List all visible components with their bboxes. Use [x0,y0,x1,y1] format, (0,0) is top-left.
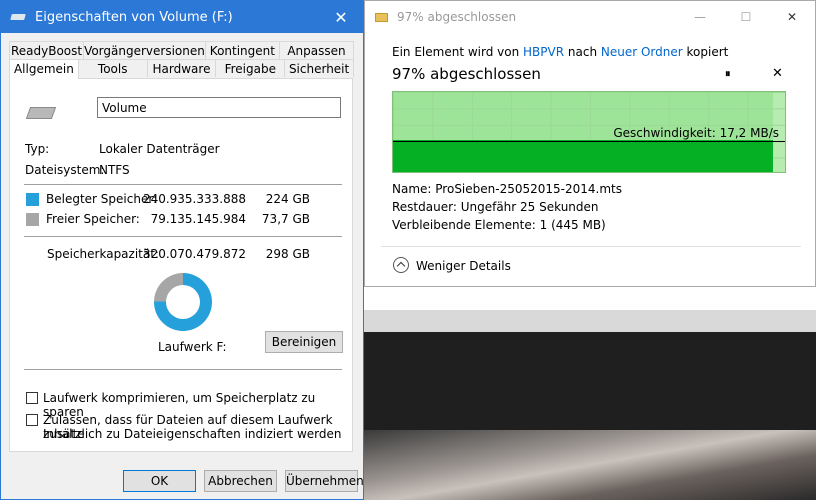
tab-strip: ReadyBoost Vorgängerversionen Kontingent… [9,41,354,79]
speed-line [393,141,785,142]
file-name-value: ProSieben-25052015-2014.mts [435,182,622,196]
filesystem-label: Dateisystem: [25,163,105,177]
folder-icon [375,11,389,23]
usage-donut-chart [154,273,212,331]
properties-dialog: Eigenschaften von Volume (F:) ✕ ReadyBoo… [0,0,364,500]
tab-customize[interactable]: Anpassen [278,41,354,59]
properties-titlebar[interactable]: Eigenschaften von Volume (F:) ✕ [1,1,363,33]
filesystem-value: NTFS [99,163,130,177]
cancel-button[interactable]: Abbrechen [204,470,277,492]
items-remaining-row: Verbleibende Elemente: 1 (445 MB) [392,218,606,232]
items-remaining-label: Verbleibende Elemente: [392,218,536,232]
type-label: Typ: [25,142,50,156]
volume-name-input[interactable] [97,97,341,118]
properties-title: Eigenschaften von Volume (F:) [35,9,233,25]
time-remaining-row: Restdauer: Ungefähr 25 Sekunden [392,200,599,214]
copy-description: Ein Element wird von HBPVR nach Neuer Or… [392,45,728,59]
destination-link[interactable]: Neuer Ordner [601,45,683,59]
close-icon[interactable]: ✕ [769,10,815,24]
close-icon[interactable]: ✕ [319,8,363,27]
free-space-label: Freier Speicher: [46,212,140,226]
copy-title: 97% abgeschlossen [397,10,517,24]
tab-row-1: ReadyBoost Vorgängerversionen Kontingent… [9,41,354,59]
tab-quota[interactable]: Kontingent [204,41,280,59]
copy-titlebar[interactable]: 97% abgeschlossen — ☐ ✕ [365,1,815,33]
index-checkbox[interactable] [26,414,38,426]
time-remaining-label: Restdauer: [392,200,457,214]
capacity-gb: 298 GB [265,247,310,261]
tab-general[interactable]: Allgemein [9,59,79,79]
time-remaining-value: Ungefähr 25 Sekunden [460,200,599,214]
cleanup-button[interactable]: Bereinigen [265,331,343,353]
desc-middle: nach [567,45,598,59]
file-name-label: Name: [392,182,432,196]
ok-button[interactable]: OK [123,470,196,492]
hard-drive-icon [26,103,58,121]
used-space-gb: 224 GB [265,192,310,206]
wallpaper-image [364,430,816,500]
separator [24,236,342,237]
desc-suffix: kopiert [686,45,729,59]
tab-hardware[interactable]: Hardware [146,59,217,77]
tab-readyboost[interactable]: ReadyBoost [9,41,85,59]
pause-icon[interactable]: ⏸ [725,67,731,81]
speed-label: Geschwindigkeit: 17,2 MB/s [613,126,779,140]
source-link[interactable]: HBPVR [523,45,564,59]
less-details-button[interactable]: Weniger Details [416,259,511,273]
separator [24,184,342,185]
separator [381,246,801,247]
maximize-icon[interactable]: ☐ [723,10,769,24]
tab-security[interactable]: Sicherheit [284,59,354,77]
tab-sharing[interactable]: Freigabe [215,59,286,77]
general-tab-panel: Typ: Lokaler Datenträger Dateisystem: NT… [9,78,353,452]
transfer-speed-graph: Geschwindigkeit: 17,2 MB/s [392,91,786,173]
free-space-gb: 73,7 GB [261,212,310,226]
drive-icon [11,12,27,22]
copy-progress-dialog: 97% abgeschlossen — ☐ ✕ Ein Element wird… [364,0,816,287]
free-space-bytes: 79.135.145.984 [150,212,246,226]
used-space-bytes: 240.935.333.888 [142,192,246,206]
tab-row-2: Allgemein Tools Hardware Freigabe Sicher… [9,59,354,79]
chevron-up-icon[interactable] [393,257,409,273]
capacity-bytes: 320.070.479.872 [142,247,246,261]
compress-checkbox[interactable] [26,392,38,404]
apply-button[interactable]: Übernehmen [285,470,364,492]
desc-prefix: Ein Element wird von [392,45,520,59]
free-space-swatch [26,213,39,226]
background-window-strip [364,310,816,332]
index-checkbox-label-line2: zusätzlich zu Dateieigenschaften indizie… [43,427,342,441]
type-value: Lokaler Datenträger [99,142,220,156]
cancel-copy-icon[interactable]: ✕ [772,66,783,81]
tab-tools[interactable]: Tools [77,59,148,77]
tab-previous-versions[interactable]: Vorgängerversionen [83,41,206,59]
used-space-swatch [26,193,39,206]
progress-heading: 97% abgeschlossen [392,65,541,83]
minimize-icon[interactable]: — [677,10,723,24]
separator [24,369,342,370]
speed-area [393,140,774,172]
drive-letter-label: Laufwerk F: [158,340,227,354]
file-name-row: Name: ProSieben-25052015-2014.mts [392,182,622,196]
items-remaining-value: 1 (445 MB) [539,218,606,232]
